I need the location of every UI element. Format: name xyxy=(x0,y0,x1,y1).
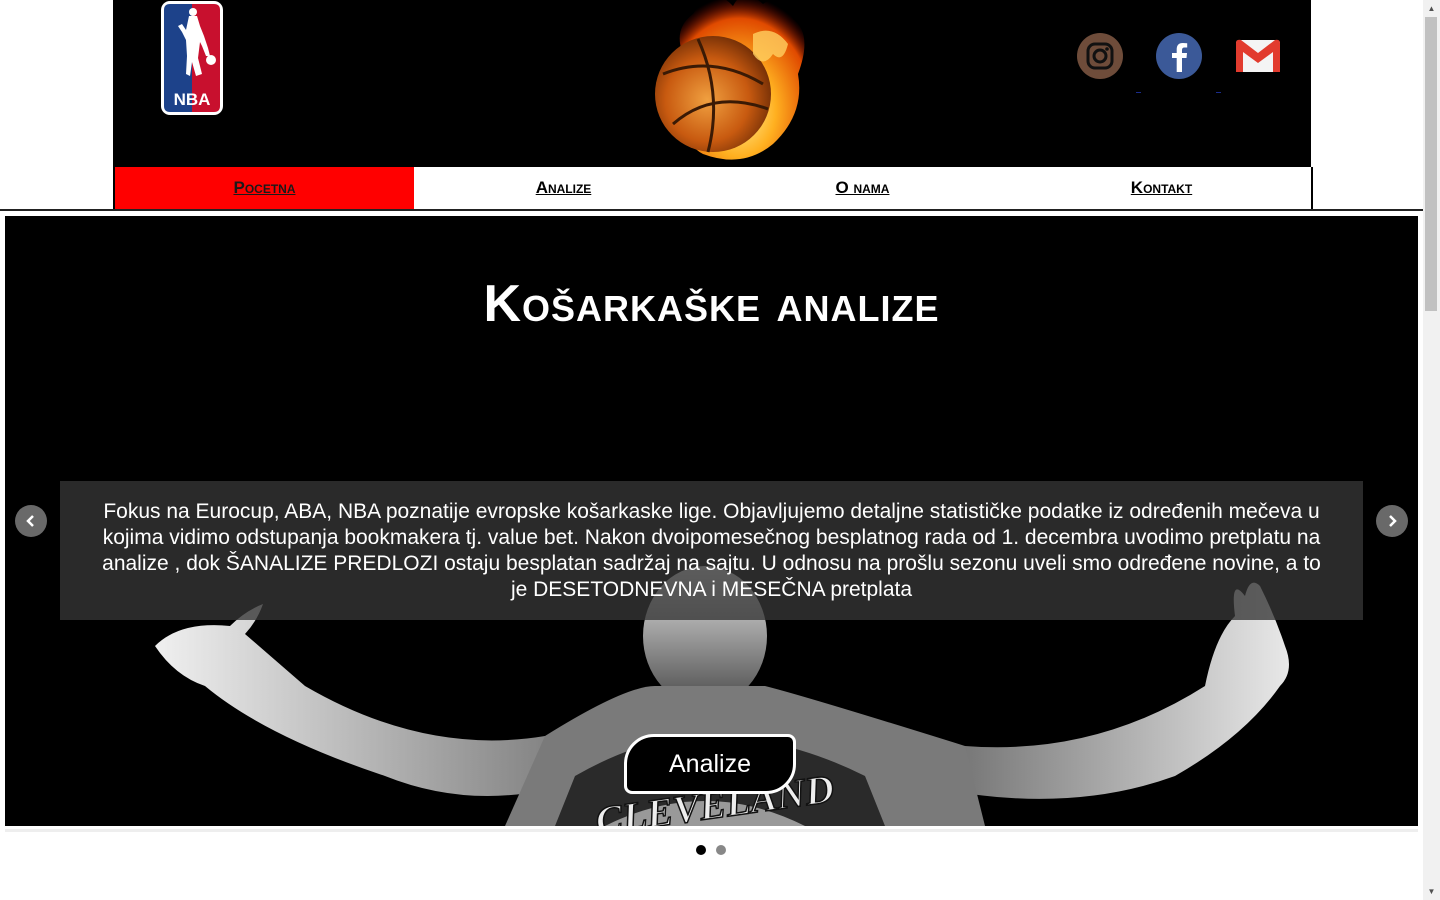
flaming-basketball-image xyxy=(655,0,805,160)
instagram-icon[interactable] xyxy=(1076,32,1124,80)
nav-divider xyxy=(0,209,1423,211)
chevron-left-icon xyxy=(26,515,34,527)
vertical-scrollbar[interactable]: ▲ ▼ xyxy=(1423,0,1440,900)
hero-carousel: CLEVELAND Košarkaške analize Fokus na Eu… xyxy=(5,216,1418,826)
nav-item-kontakt[interactable]: Kontakt xyxy=(1012,167,1311,209)
hero-caption-box: Fokus na Eurocup, ABA, NBA poznatije evr… xyxy=(60,481,1363,620)
hero-bottom-border xyxy=(5,829,1418,832)
nav-item-analize[interactable]: Analize xyxy=(414,167,713,209)
hero-caption-text: Fokus na Eurocup, ABA, NBA poznatije evr… xyxy=(102,499,1321,601)
nba-logo-text: NBA xyxy=(174,90,211,109)
facebook-icon[interactable] xyxy=(1155,32,1203,80)
site-header: NBA xyxy=(113,0,1311,167)
page: NBA Pocetna Analize O nama Kontakt CLEVE… xyxy=(0,0,1440,900)
carousel-indicators xyxy=(696,845,726,855)
carousel-next-button[interactable] xyxy=(1376,505,1408,537)
main-nav: Pocetna Analize O nama Kontakt xyxy=(113,167,1313,209)
scroll-down-arrow-icon[interactable]: ▼ xyxy=(1423,883,1440,900)
scrollbar-thumb[interactable] xyxy=(1425,17,1437,311)
social-link-underline xyxy=(1216,92,1221,93)
scroll-up-arrow-icon[interactable]: ▲ xyxy=(1423,0,1440,17)
social-link-underline xyxy=(1136,92,1141,93)
carousel-dot[interactable] xyxy=(696,845,706,855)
carousel-dot[interactable] xyxy=(716,845,726,855)
nba-logo[interactable]: NBA xyxy=(160,0,224,116)
gmail-icon[interactable] xyxy=(1234,32,1282,80)
nav-item-pocetna[interactable]: Pocetna xyxy=(115,167,414,209)
chevron-right-icon xyxy=(1389,515,1397,527)
nav-item-o-nama[interactable]: O nama xyxy=(713,167,1012,209)
analize-button[interactable]: Analize xyxy=(624,734,796,794)
hero-title: Košarkaške analize xyxy=(483,275,940,333)
carousel-prev-button[interactable] xyxy=(15,505,47,537)
